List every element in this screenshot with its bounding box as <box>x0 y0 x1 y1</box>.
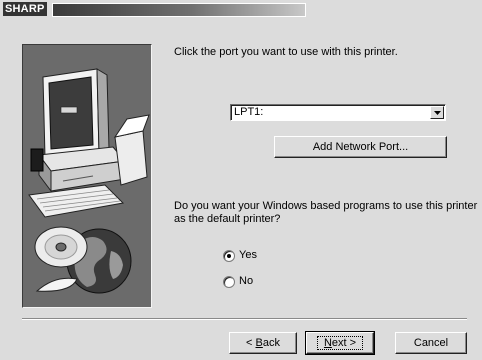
radio-no[interactable] <box>223 276 235 288</box>
port-select-value: LPT1: <box>234 106 264 118</box>
window-title: SHARP <box>3 2 47 16</box>
port-select[interactable]: LPT1: <box>230 104 446 121</box>
chevron-down-icon[interactable] <box>430 106 444 119</box>
port-instruction-text: Click the port you want to use with this… <box>174 46 398 58</box>
add-network-port-button[interactable]: Add Network Port... <box>274 136 447 158</box>
footer-separator <box>22 318 467 320</box>
computer-illustration <box>28 68 150 294</box>
radio-no-label[interactable]: No <box>239 275 253 287</box>
title-bar-gradient <box>52 3 306 17</box>
default-printer-question-line1: Do you want your Windows based programs … <box>174 200 478 212</box>
cancel-button[interactable]: Cancel <box>395 332 467 354</box>
default-printer-question-line2: as the default printer? <box>174 213 281 225</box>
next-button[interactable]: Next > <box>305 331 375 355</box>
radio-yes-label[interactable]: Yes <box>239 249 257 261</box>
setup-dialog: SHARP Click the port you want to use wit… <box>0 0 482 360</box>
back-button[interactable]: < Back <box>229 332 297 354</box>
radio-yes-dot <box>227 254 231 258</box>
radio-yes[interactable] <box>223 250 235 262</box>
wizard-artwork-panel <box>22 44 152 308</box>
title-bar[interactable]: SHARP <box>0 0 482 18</box>
